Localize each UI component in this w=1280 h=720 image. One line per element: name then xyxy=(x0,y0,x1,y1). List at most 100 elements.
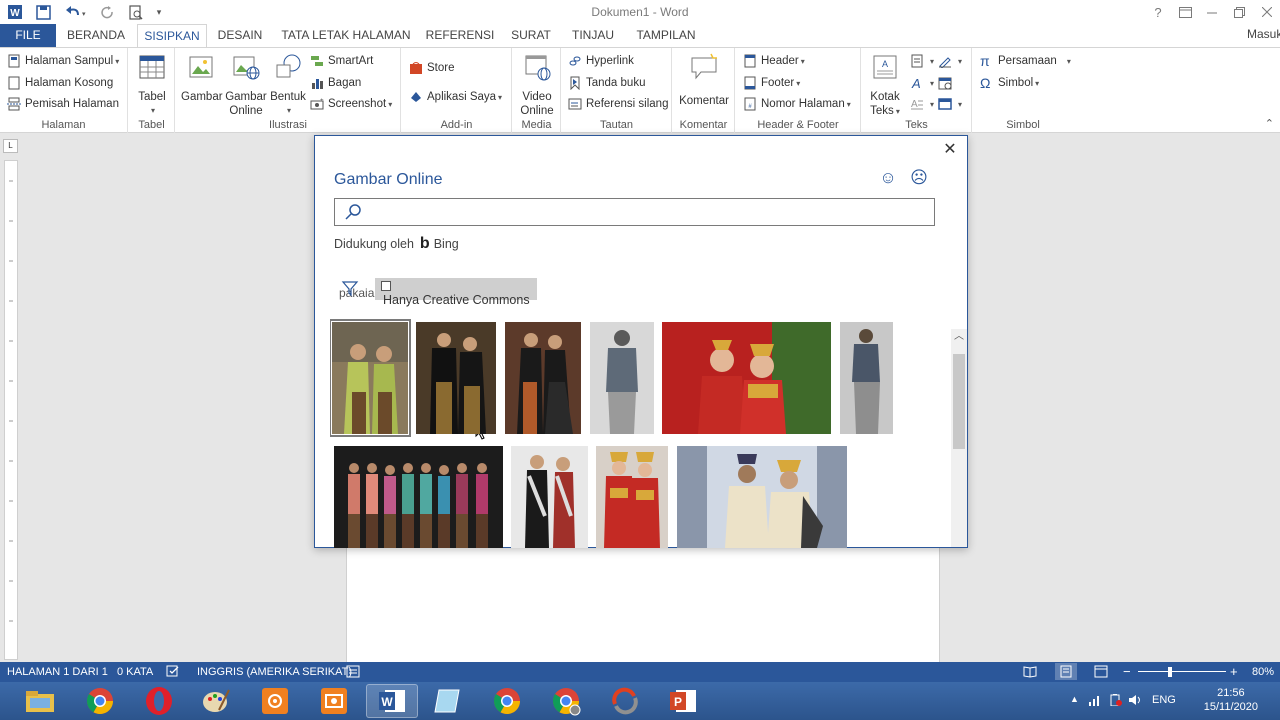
capture-app-icon[interactable] xyxy=(308,684,360,718)
wordart-icon[interactable]: A ▾ xyxy=(910,73,934,93)
word-taskbar-icon[interactable]: W xyxy=(366,684,418,718)
result-thumbnail-10[interactable] xyxy=(677,446,847,548)
tab-tampilan[interactable]: TAMPILAN xyxy=(630,24,702,47)
video-online-button[interactable]: Video Online xyxy=(517,52,557,118)
tabel-button[interactable]: Tabel ▾ xyxy=(135,52,169,118)
object-icon[interactable]: ▾ xyxy=(938,94,962,114)
tab-file[interactable]: FILE xyxy=(0,24,56,47)
kotak-teks-button[interactable]: A Kotak Teks ▾ xyxy=(866,52,904,119)
referensi-silang-button[interactable]: Referensi silang xyxy=(568,94,668,114)
pemisah-halaman-button[interactable]: Pemisah Halaman xyxy=(7,94,119,114)
proofing-icon[interactable] xyxy=(166,665,180,681)
language-status[interactable]: INGGRIS (AMERIKA SERIKAT) xyxy=(197,666,352,678)
dialog-close-button[interactable]: ✕ xyxy=(941,141,959,159)
battery-icon[interactable] xyxy=(1108,694,1122,709)
web-layout-icon[interactable] xyxy=(1094,665,1108,681)
aplikasi-saya-button[interactable]: Aplikasi Saya ▾ xyxy=(409,87,502,107)
read-mode-icon[interactable] xyxy=(1023,665,1037,681)
store-button[interactable]: Store xyxy=(409,58,455,78)
opera-icon[interactable] xyxy=(133,684,185,718)
result-thumbnail-2[interactable] xyxy=(416,322,496,434)
chrome-icon-2[interactable] xyxy=(481,684,533,718)
result-thumbnail-9[interactable] xyxy=(596,446,668,548)
tab-selector[interactable]: L xyxy=(3,139,18,153)
print-layout-icon[interactable] xyxy=(1055,663,1077,680)
zoom-level[interactable]: 80% xyxy=(1252,666,1274,678)
restore-button[interactable] xyxy=(1228,3,1250,21)
scroll-up-icon[interactable]: ︿ xyxy=(951,329,967,345)
screenshot-button[interactable]: + Screenshot ▾ xyxy=(310,94,392,114)
input-language[interactable]: ENG xyxy=(1152,694,1176,706)
header-button[interactable]: Header ▾ xyxy=(743,51,805,71)
minimize-button[interactable] xyxy=(1201,3,1223,21)
collapse-ribbon-icon[interactable]: ⌃ xyxy=(1265,117,1274,130)
result-thumbnail-5[interactable] xyxy=(662,322,831,434)
creative-commons-filter[interactable]: Hanya Creative Commons xyxy=(375,278,537,440)
result-thumbnail-4[interactable] xyxy=(590,322,654,434)
result-thumbnail-1[interactable] xyxy=(330,319,411,437)
result-thumbnail-6[interactable] xyxy=(840,322,893,434)
gambar-online-button[interactable]: Gambar Online xyxy=(224,52,268,118)
tab-referensi[interactable]: REFERENSI xyxy=(425,24,495,47)
help-button[interactable]: ? xyxy=(1147,3,1169,21)
tab-sisipkan[interactable]: SISIPKAN xyxy=(137,24,207,48)
filter-icon[interactable] xyxy=(341,279,359,297)
bentuk-button[interactable]: Bentuk ▾ xyxy=(268,52,308,118)
gambar-button[interactable]: Gambar xyxy=(181,52,223,104)
zoom-slider[interactable] xyxy=(1138,671,1226,672)
word-count-status[interactable]: 0 KATA xyxy=(117,666,153,678)
send-smile-icon[interactable]: ☺ xyxy=(878,168,898,188)
hyperlink-button[interactable]: Hyperlink xyxy=(568,51,634,71)
zoom-in-button[interactable]: + xyxy=(1230,664,1238,679)
bagan-button[interactable]: Bagan xyxy=(310,73,361,93)
volume-icon[interactable] xyxy=(1128,694,1142,709)
halaman-kosong-button[interactable]: Halaman Kosong xyxy=(7,73,113,93)
show-hidden-icons[interactable]: ▲ xyxy=(1070,694,1079,704)
document-page[interactable] xyxy=(346,545,940,662)
svg-text:W: W xyxy=(381,695,393,709)
tab-surat[interactable]: SURAT xyxy=(505,24,557,47)
paint-icon[interactable] xyxy=(190,684,242,718)
halaman-sampul-button[interactable]: Halaman Sampul ▾ xyxy=(7,51,119,71)
scrollbar-thumb[interactable] xyxy=(953,354,965,449)
send-frown-icon[interactable]: ☹ xyxy=(909,168,929,188)
close-button[interactable] xyxy=(1256,3,1278,21)
chrome-icon-3[interactable] xyxy=(540,684,592,718)
notes-app-icon[interactable] xyxy=(422,684,474,718)
tanda-buku-button[interactable]: Tanda buku xyxy=(568,73,645,93)
powerpoint-icon[interactable]: P xyxy=(657,684,709,718)
signature-line-icon[interactable]: ▾ xyxy=(938,51,962,71)
tab-tinjau[interactable]: TINJAU xyxy=(566,24,620,47)
tab-beranda[interactable]: BERANDA xyxy=(62,24,130,47)
zoom-slider-knob[interactable] xyxy=(1168,667,1172,677)
tab-tata-letak-halaman[interactable]: TATA LETAK HALAMAN xyxy=(278,24,414,47)
file-explorer-icon[interactable] xyxy=(14,684,66,718)
footer-button[interactable]: Footer ▾ xyxy=(743,73,800,93)
results-scrollbar[interactable]: ︿ xyxy=(951,329,967,547)
simbol-button[interactable]: Ω Simbol ▾ xyxy=(980,73,1039,93)
sign-in-link[interactable]: Masuk xyxy=(1247,24,1280,47)
search-icon[interactable] xyxy=(344,202,364,222)
result-thumbnail-3[interactable] xyxy=(505,322,581,434)
result-thumbnail-7[interactable] xyxy=(334,446,503,548)
macro-recording-icon[interactable] xyxy=(346,665,360,681)
quick-parts-icon[interactable]: ▾ xyxy=(910,51,934,71)
network-icon[interactable] xyxy=(1088,694,1102,709)
sync-app-icon[interactable] xyxy=(599,684,651,718)
chrome-icon[interactable] xyxy=(74,684,126,718)
drop-cap-icon[interactable]: A ▾ xyxy=(910,94,934,114)
zoom-out-button[interactable]: − xyxy=(1123,664,1131,679)
creative-commons-checkbox[interactable] xyxy=(381,281,391,291)
search-input[interactable]: pakaian+adat+jawa xyxy=(334,198,935,300)
screen-recorder-icon[interactable] xyxy=(249,684,301,718)
smartart-button[interactable]: SmartArt xyxy=(310,51,373,71)
persamaan-button[interactable]: π Persamaan ▾ xyxy=(980,51,1071,71)
ribbon-display-options-icon[interactable] xyxy=(1174,3,1196,21)
nomor-halaman-button[interactable]: # Nomor Halaman ▾ xyxy=(743,94,851,114)
tab-desain[interactable]: DESAIN xyxy=(212,24,268,47)
komentar-button[interactable]: Komentar xyxy=(677,52,731,108)
page-count-status[interactable]: HALAMAN 1 DARI 1 xyxy=(7,666,108,678)
result-thumbnail-8[interactable] xyxy=(511,446,588,548)
date-time-icon[interactable] xyxy=(938,73,956,93)
clock[interactable]: 21:56 15/11/2020 xyxy=(1204,686,1258,714)
